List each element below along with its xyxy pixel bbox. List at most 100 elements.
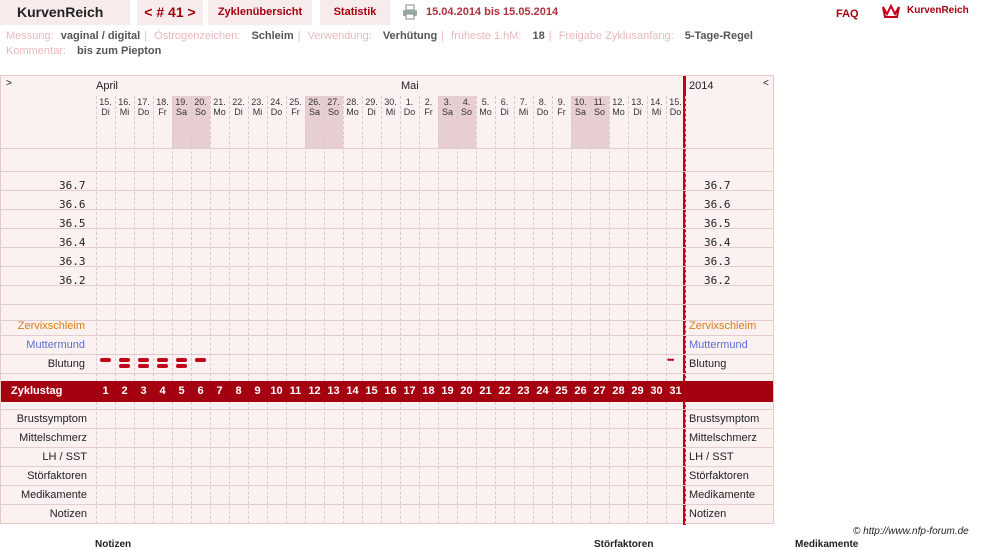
day-header[interactable]: 29. Di xyxy=(362,97,381,117)
nav-prev-button[interactable]: > xyxy=(6,78,12,89)
bleeding-mark[interactable] xyxy=(138,358,149,362)
cycles-overview-link[interactable]: Zyklenübersicht xyxy=(208,0,312,25)
day-header[interactable]: 15. Di xyxy=(96,97,115,117)
day-grid-line xyxy=(172,402,173,524)
statistics-link[interactable]: Statistik xyxy=(320,0,390,25)
cycle-switcher[interactable]: < # 41 > xyxy=(137,0,203,25)
symptom-label[interactable]: LH / SST xyxy=(1,451,87,463)
day-header[interactable]: 5. Mo xyxy=(476,97,495,117)
day-header[interactable]: 22. Di xyxy=(229,97,248,117)
bleeding-mark[interactable] xyxy=(176,358,187,362)
row-line xyxy=(1,304,773,305)
day-grid-line xyxy=(533,96,534,381)
day-header[interactable]: 28. Mo xyxy=(343,97,362,117)
symptom-label[interactable]: Mittelschmerz xyxy=(1,432,87,444)
symptom-label[interactable]: Störfaktoren xyxy=(1,470,87,482)
day-header[interactable]: 3. Sa xyxy=(438,97,457,117)
day-header[interactable]: 30. Mi xyxy=(381,97,400,117)
symptom-label-right[interactable]: Medikamente xyxy=(689,489,755,501)
day-header[interactable]: 11. So xyxy=(590,97,609,117)
printer-icon[interactable] xyxy=(402,4,418,20)
day-header[interactable]: 2. Fr xyxy=(419,97,438,117)
day-header[interactable]: 14. Mi xyxy=(647,97,666,117)
day-header[interactable]: 24. Do xyxy=(267,97,286,117)
symptom-label-right[interactable]: Mittelschmerz xyxy=(689,432,757,444)
day-header[interactable]: 6. Di xyxy=(495,97,514,117)
spotting-mark[interactable]: ••• xyxy=(667,355,675,365)
day-grid-line xyxy=(362,402,363,524)
day-grid-line xyxy=(495,402,496,524)
bleeding-mark[interactable] xyxy=(157,358,168,362)
day-header[interactable]: 21. Mo xyxy=(210,97,229,117)
day-header[interactable]: 8. Do xyxy=(533,97,552,117)
bleeding-mark[interactable] xyxy=(100,358,111,362)
day-date: 24. xyxy=(270,97,283,107)
day-grid-line xyxy=(210,402,211,524)
temp-tick-left: 36.2 xyxy=(59,274,86,287)
bleeding-mark[interactable] xyxy=(119,358,130,362)
faq-link[interactable]: FAQ xyxy=(836,8,859,20)
day-grid-line xyxy=(666,402,667,524)
cycle-day-number: 26 xyxy=(574,385,587,397)
month-mai: Mai xyxy=(401,80,419,92)
day-date: 29. xyxy=(365,97,378,107)
symptom-label[interactable]: Medikamente xyxy=(1,489,87,501)
day-header[interactable]: 10. Sa xyxy=(571,97,590,117)
nav-next-button[interactable]: < xyxy=(763,78,769,89)
bleeding-mark[interactable] xyxy=(138,364,149,368)
app-title[interactable]: KurvenReich xyxy=(0,0,130,25)
day-header[interactable]: 17. Do xyxy=(134,97,153,117)
day-header[interactable]: 4. So xyxy=(457,97,476,117)
symptom-label[interactable]: Brustsymptom xyxy=(1,413,87,425)
bleeding-mark[interactable] xyxy=(195,358,206,362)
bleeding-mark[interactable] xyxy=(157,364,168,368)
day-grid-line xyxy=(210,96,211,381)
kommentar-label: Kommentar: xyxy=(6,45,66,57)
day-header[interactable]: 9. Fr xyxy=(552,97,571,117)
day-date: 3. xyxy=(443,97,452,107)
day-date: 15. xyxy=(669,97,682,107)
symptom-label-right[interactable]: Störfaktoren xyxy=(689,470,749,482)
day-header[interactable]: 27. So xyxy=(324,97,343,117)
row-line xyxy=(1,148,773,149)
day-header[interactable]: 19. Sa xyxy=(172,97,191,117)
day-header[interactable]: 15. Do xyxy=(666,97,685,117)
day-grid-line xyxy=(172,96,173,381)
row-line xyxy=(1,320,773,321)
cycle-day-number: 23 xyxy=(517,385,530,397)
day-header[interactable]: 13. Di xyxy=(628,97,647,117)
day-weekday: Do xyxy=(137,107,150,117)
day-header[interactable]: 12. Mo xyxy=(609,97,628,117)
row-line xyxy=(1,466,773,467)
symptom-label-right[interactable]: LH / SST xyxy=(689,451,734,463)
bleeding-mark[interactable] xyxy=(176,364,187,368)
day-header[interactable]: 18. Fr xyxy=(153,97,172,117)
day-date: 14. xyxy=(650,97,663,107)
day-header[interactable]: 26. Sa xyxy=(305,97,324,117)
row-line xyxy=(1,228,773,229)
bleeding-mark[interactable] xyxy=(119,364,130,368)
day-date: 15. xyxy=(99,97,112,107)
symptom-label[interactable]: Notizen xyxy=(1,508,87,520)
day-grid-line xyxy=(248,96,249,381)
day-date: 6. xyxy=(500,97,509,107)
day-header[interactable]: 23. Mi xyxy=(248,97,267,117)
row-line xyxy=(1,504,773,505)
cycle-info-line: Messung: vaginal / digital | Östrogenzeic… xyxy=(6,30,753,42)
day-header[interactable]: 16. Mi xyxy=(115,97,134,117)
day-date: 5. xyxy=(481,97,490,107)
day-grid-line xyxy=(343,402,344,524)
day-header[interactable]: 25. Fr xyxy=(286,97,305,117)
day-header[interactable]: 1. Do xyxy=(400,97,419,117)
zyklustag-bar: Zyklustag 1 2 3 4 5 6 7 8 9 10 11 12 13 14 15 16 17 18 19 2… xyxy=(1,381,773,402)
day-weekday: So xyxy=(327,107,339,117)
symptom-label-right[interactable]: Notizen xyxy=(689,508,726,520)
row-line xyxy=(1,171,773,172)
bottom-stoerfaktoren: Störfaktoren xyxy=(594,539,654,550)
freigabe-label: Freigabe Zyklusanfang: xyxy=(558,30,674,42)
day-grid-line xyxy=(134,402,135,524)
symptom-label-right[interactable]: Brustsymptom xyxy=(689,413,759,425)
row-line xyxy=(1,447,773,448)
day-header[interactable]: 7. Mi xyxy=(514,97,533,117)
day-header[interactable]: 20. So xyxy=(191,97,210,117)
